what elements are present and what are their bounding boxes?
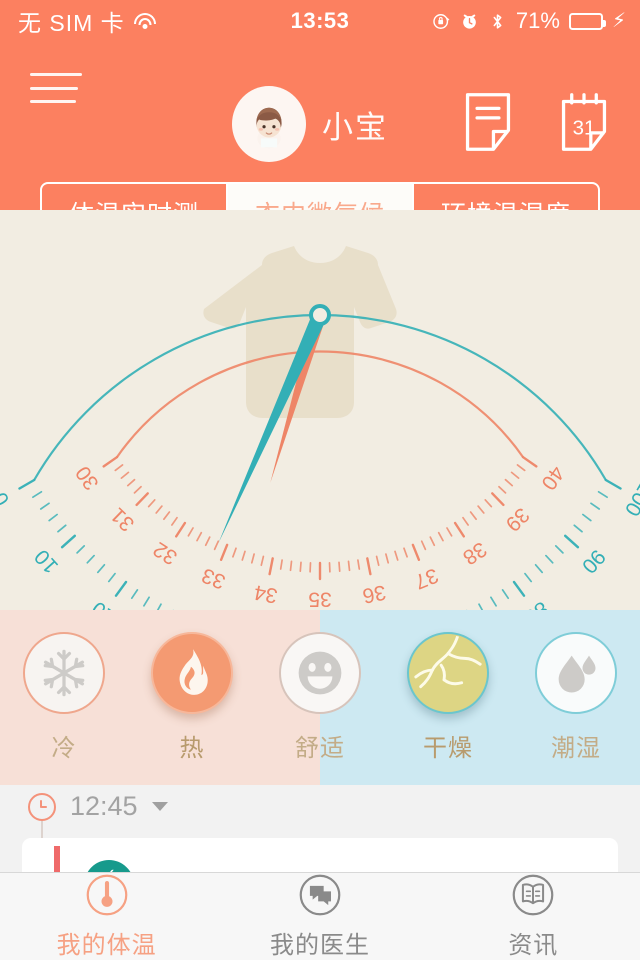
comfortable-label: 舒适 [295,735,345,762]
caret-down-icon[interactable] [151,802,168,811]
status-option-hot[interactable]: 热 [128,610,256,785]
avatar[interactable] [232,86,306,162]
alarm-clock-icon [463,14,476,29]
hot-circle [151,632,233,714]
svg-text:38: 38 [459,537,491,569]
svg-text:90: 90 [577,545,610,578]
calendar-icon[interactable]: 31 [556,92,612,152]
svg-text:35: 35 [308,587,331,610]
lightning-bolt-icon: ⚡ [611,10,626,32]
svg-text:0: 0 [0,488,14,510]
rotation-lock-icon [433,13,450,29]
calendar-day-label: 31 [573,116,596,139]
tab-my-doctor-label: 我的医生 [269,932,370,959]
microclimate-gauge: 3031323334353637383940 01020304050607080… [0,210,640,610]
cold-label: 冷 [51,735,77,762]
status-option-dry[interactable]: 干燥 [384,610,512,785]
svg-text:33: 33 [199,563,229,593]
dry-circle [407,632,489,714]
svg-text:100: 100 [620,478,640,520]
svg-text:36: 36 [361,580,388,607]
hot-label: 热 [179,735,205,762]
tab-news[interactable]: 资讯 [427,873,640,960]
snowflake-icon [43,649,85,697]
svg-text:37: 37 [411,563,441,593]
svg-text:80: 80 [520,597,552,610]
gauge-svg: 3031323334353637383940 01020304050607080… [0,246,640,610]
chat-bubbles-icon [299,874,341,916]
bottom-tab-bar: 我的体温 我的医生 资讯 [0,872,640,960]
humid-label: 潮湿 [551,735,601,762]
user-profile-button[interactable]: 小宝 [232,86,388,162]
note-document-icon[interactable] [460,92,516,152]
status-option-comfortable[interactable]: 舒适 [256,610,384,785]
comfortable-circle [279,632,361,714]
smiley-face-icon [298,651,342,695]
cracked-earth-icon [414,634,482,689]
cold-circle [23,632,105,714]
water-drop-icon [558,655,596,693]
gauge-pivot [309,304,331,326]
header-actions: 31 [460,92,612,152]
battery-icon [568,12,606,30]
child-avatar-icon [256,107,282,149]
app-header: 小宝 31 体温实时测 衣内微气候 环境温湿度 [0,42,640,244]
svg-text:30: 30 [71,462,103,494]
dry-label: 干燥 [423,735,473,762]
humid-circle [535,632,617,714]
clock-icon [28,792,56,821]
tab-my-temperature-label: 我的体温 [56,932,157,959]
status-bar: 无 SIM 卡 13:53 71% ⚡ [0,0,640,42]
svg-text:10: 10 [30,545,63,578]
open-book-icon [512,874,554,916]
timeline-time-label: 12:45 [70,791,138,821]
status-option-humid[interactable]: 潮湿 [512,610,640,785]
tab-news-label: 资讯 [508,932,559,959]
username-label: 小宝 [322,109,388,145]
svg-text:40: 40 [536,462,568,494]
svg-text:34: 34 [252,580,280,607]
svg-text:32: 32 [149,537,181,569]
svg-text:39: 39 [501,503,534,536]
comfort-status-picker: 冷 热 舒适 干燥 潮湿 [0,610,640,785]
thermometer-icon [86,874,128,916]
status-option-cold[interactable]: 冷 [0,610,128,785]
tab-my-doctor[interactable]: 我的医生 [213,873,426,960]
svg-text:31: 31 [106,503,139,536]
timeline-time-selector[interactable]: 12:45 [28,791,168,822]
hamburger-menu-icon[interactable] [30,68,82,108]
bluetooth-icon [493,13,502,29]
app-screen: 无 SIM 卡 13:53 71% ⚡ 小宝 31 30 31 32 33 34… [0,0,640,960]
flame-icon [179,649,208,695]
tab-my-temperature[interactable]: 我的体温 [0,873,213,960]
battery-percent-label: 71% [515,8,560,33]
svg-text:20: 20 [88,597,120,610]
status-bar-right: 71% ⚡ [432,8,626,34]
